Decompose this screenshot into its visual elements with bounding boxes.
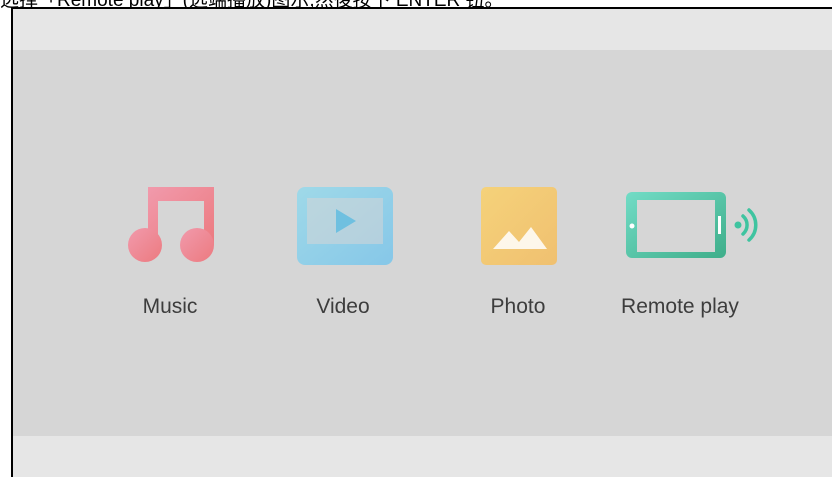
photo-landscape-icon [481, 187, 557, 270]
remote-play-label: Remote play [621, 295, 739, 318]
video-label: Video [316, 295, 370, 318]
music-note-icon [128, 187, 216, 272]
photo-tile[interactable]: Photo [418, 50, 618, 436]
video-play-icon [297, 187, 393, 270]
video-tile[interactable]: Video [243, 50, 443, 436]
music-label: Music [142, 295, 198, 318]
media-menu-panel: Music Video Photo Remote play [13, 50, 832, 436]
remote-play-tablet-icon [626, 190, 762, 267]
remote-play-tile[interactable]: Remote play [593, 50, 793, 436]
